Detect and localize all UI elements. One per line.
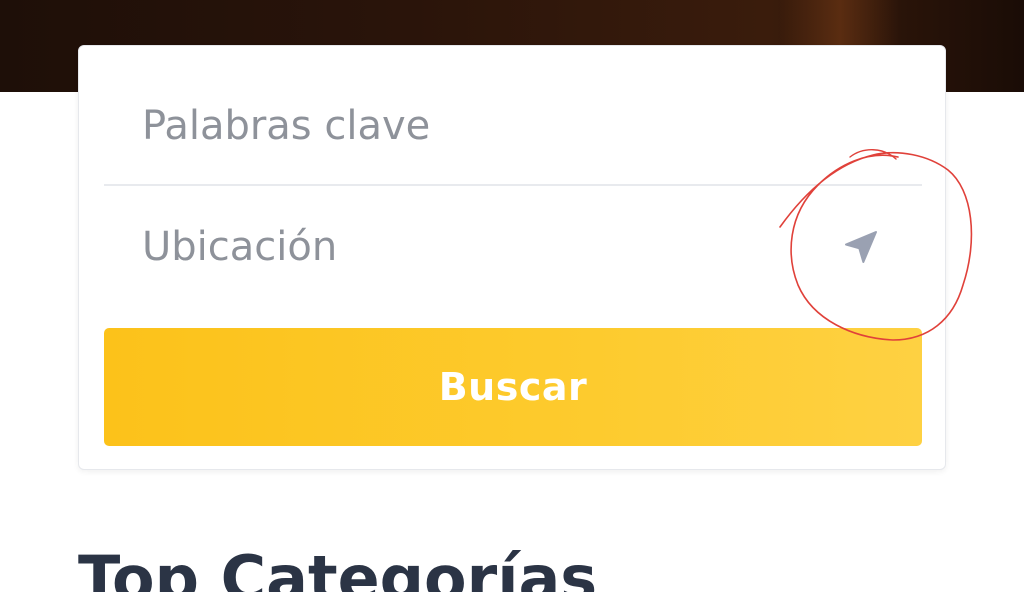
search-card: Buscar	[78, 45, 946, 470]
location-field	[104, 188, 922, 306]
location-input[interactable]	[104, 217, 804, 277]
keywords-field	[104, 68, 922, 186]
search-button[interactable]: Buscar	[104, 328, 922, 446]
navigation-arrow-icon[interactable]	[839, 225, 883, 269]
keywords-input[interactable]	[104, 96, 804, 156]
section-title: Top Categorías	[78, 542, 598, 592]
